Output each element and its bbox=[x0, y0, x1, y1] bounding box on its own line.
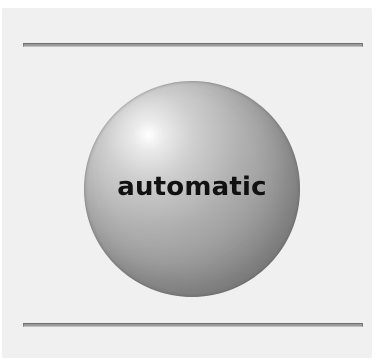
automatic-mode-button[interactable]: automatic bbox=[84, 81, 300, 297]
automatic-mode-label: automatic bbox=[117, 172, 267, 202]
bottom-separator bbox=[23, 323, 363, 327]
control-panel: automatic bbox=[2, 8, 372, 358]
top-separator bbox=[23, 43, 363, 47]
